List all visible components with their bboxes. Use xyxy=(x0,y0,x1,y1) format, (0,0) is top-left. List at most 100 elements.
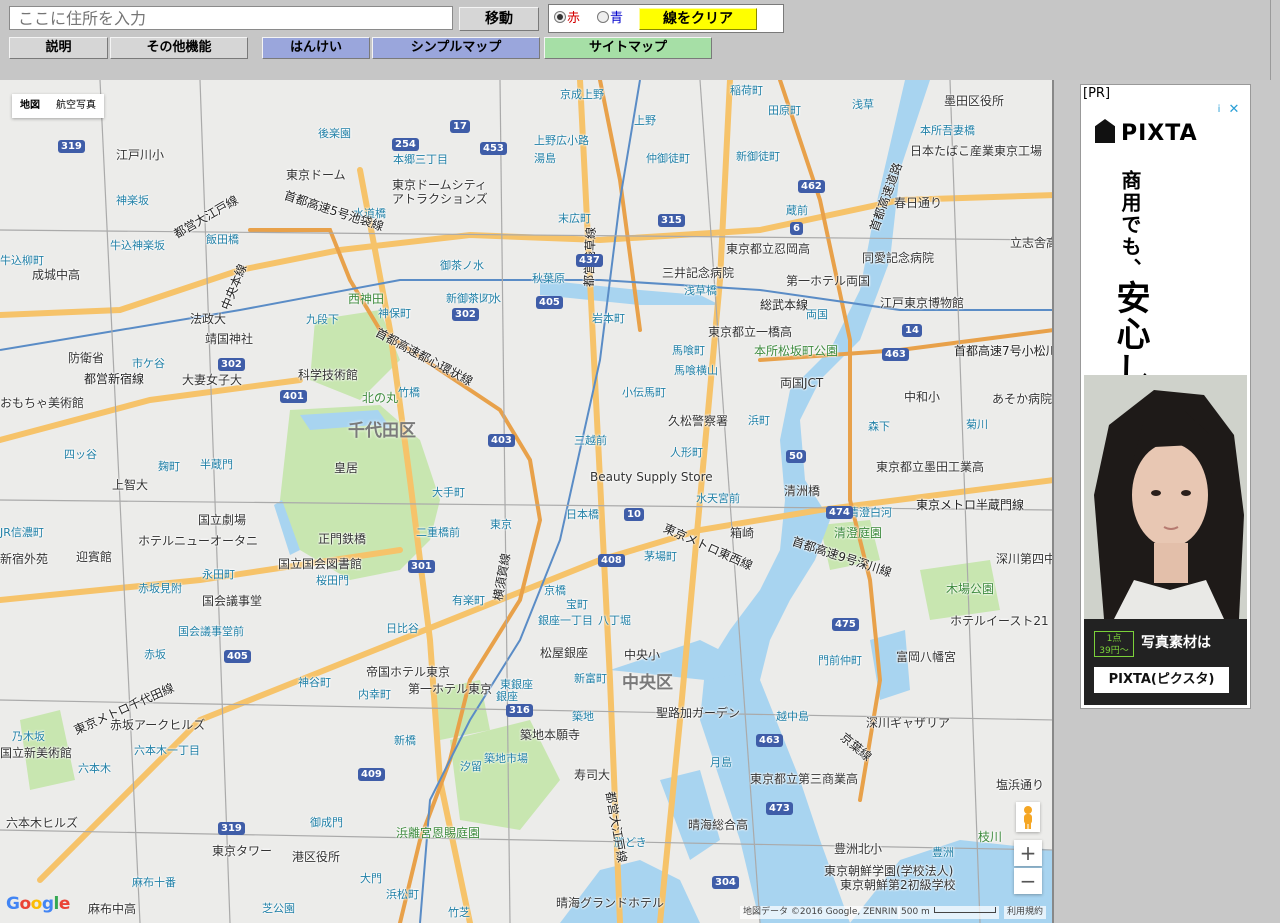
label-teikoku-hotel: 帝国ホテル東京 xyxy=(366,665,451,679)
station-asakusabashi: 浅草橋 xyxy=(684,284,717,297)
ad-banner[interactable]: [PR] i ✕ PIXTA 商用でも、安心して使える素材 1点 39円〜 写真… xyxy=(1080,84,1251,709)
station-mitsukoshimae: 三越前 xyxy=(574,434,607,447)
route-shield: 405 xyxy=(224,650,251,663)
station-roppongi: 六本木 xyxy=(78,762,111,775)
station-higashi-ginza: 東銀座 xyxy=(500,678,533,691)
label-ryogoku-jct: 両国JCT xyxy=(780,376,824,390)
station-shin-ochanomizu: 新御茶ノ水 xyxy=(446,292,501,305)
route-shield: 463 xyxy=(882,348,909,361)
map-type-map[interactable]: 地図 xyxy=(12,94,48,118)
ad-cta-button[interactable]: PIXTA(ピクスタ) xyxy=(1094,667,1229,693)
zoom-in-button[interactable]: + xyxy=(1014,840,1042,866)
label-mitsui-hospital: 三井記念病院 xyxy=(662,266,735,280)
radio-blue[interactable]: 青 xyxy=(597,11,623,27)
station-roppongi1: 六本木一丁目 xyxy=(134,744,200,757)
google-logo: Google xyxy=(6,894,70,914)
station-honjo-azumabashi: 本所吾妻橋 xyxy=(920,124,975,137)
ad-photo xyxy=(1084,375,1247,619)
map-scale[interactable]: 500 m xyxy=(898,906,999,919)
station-kagurazaka: 神楽坂 xyxy=(116,194,149,207)
station-korakuen: 後楽園 xyxy=(318,127,351,140)
label-ninon-high: 東京都立忍岡高 xyxy=(726,242,811,256)
road-metro-hanzomon: 東京メトロ半蔵門線 xyxy=(916,498,1025,512)
site-map-button[interactable]: サイトマップ xyxy=(544,37,712,59)
label-hakozaki: 箱崎 xyxy=(730,526,755,540)
label-kyuyamatsu: 久松警察署 xyxy=(668,414,729,428)
ad-info-icon[interactable]: i xyxy=(1212,103,1226,117)
label-azabu-high: 麻布中高 xyxy=(88,902,137,916)
label-kasuga-dori: 春日通り xyxy=(894,196,943,210)
radio-red[interactable]: 赤 xyxy=(554,11,580,27)
station-shiba-koen: 芝公園 xyxy=(262,902,295,915)
route-shield: 17 xyxy=(450,120,470,133)
route-shield: 302 xyxy=(218,358,245,371)
pegman-icon xyxy=(1024,806,1032,829)
ad-close-icon[interactable]: ✕ xyxy=(1227,103,1241,117)
map-attribution: 地図データ ©2016 Google, ZENRIN xyxy=(740,906,901,919)
station-kamiyacho: 神谷町 xyxy=(298,676,331,689)
route-shield: 10 xyxy=(624,508,644,521)
label-sumida-kogyo: 東京都立墨田工業高 xyxy=(876,460,985,474)
ad-brand-logo: PIXTA xyxy=(1095,119,1198,146)
label-sushi-dai: 寿司大 xyxy=(574,768,611,782)
zoom-out-button[interactable]: − xyxy=(1014,868,1042,894)
station-tsukiji: 築地 xyxy=(572,710,594,723)
station-etchujima: 越中島 xyxy=(776,710,809,723)
map-type-satellite[interactable]: 航空写真 xyxy=(48,94,104,118)
label-fukagawa-high: 深川第四中 xyxy=(996,552,1054,566)
station-kodenmacho: 小伝馬町 xyxy=(622,386,666,399)
simple-map-button[interactable]: シンプルマップ xyxy=(372,37,540,59)
label-tokyo-tower: 東京タワー xyxy=(212,844,273,858)
label-kiba-park: 木場公園 xyxy=(946,582,995,596)
label-kiyosumi-garden: 清澄庭園 xyxy=(834,526,883,540)
station-takebashi: 竹橋 xyxy=(398,386,420,399)
route-shield: 254 xyxy=(392,138,419,151)
station-takeshiba: 竹芝 xyxy=(448,906,470,919)
move-button[interactable]: 移動 xyxy=(459,7,539,31)
other-features-button[interactable]: その他機能 xyxy=(110,37,248,59)
label-daiichi-hotel: 第一ホテル東京 xyxy=(408,682,493,696)
hankei-button[interactable]: はんけい xyxy=(262,37,370,59)
label-doai-hospital: 同愛記念病院 xyxy=(862,251,935,265)
station-nihonbashi: 日本橋 xyxy=(566,508,599,521)
label-kokuritsu-gekijo: 国立劇場 xyxy=(198,513,247,527)
toolbar: 移動 赤 青 線をクリア 説明 その他機能 はんけい シンプルマップ サイトマッ… xyxy=(0,0,1270,80)
explain-button[interactable]: 説明 xyxy=(9,37,108,59)
label-honjo-matsuzaka: 本所松坂町公園 xyxy=(754,344,839,358)
label-boeisho: 防衛省 xyxy=(68,351,105,365)
route-shield: 473 xyxy=(766,802,793,815)
station-tsukishima: 月島 xyxy=(710,756,732,769)
map-terms-link[interactable]: 利用規約 xyxy=(1004,906,1047,919)
station-shinanomachi: JR信濃町 xyxy=(0,526,44,539)
line-color-box: 赤 青 線をクリア xyxy=(548,4,784,33)
street-view-pegman[interactable] xyxy=(1016,802,1040,832)
station-ginza1: 銀座一丁目 xyxy=(538,614,593,627)
station-suehirocho: 末広町 xyxy=(558,212,591,225)
station-hatchobori: 八丁堀 xyxy=(598,614,631,627)
address-input[interactable] xyxy=(9,6,453,30)
station-iidabashi: 飯田橋 xyxy=(206,233,239,246)
map-canvas[interactable]: 地図 航空写真 千代田区 中央区 江戸川小 東京ドーム 東京ドームシティ アトラ… xyxy=(0,80,1054,923)
route-shield: 319 xyxy=(218,822,245,835)
label-shiohama: 塩浜通り xyxy=(996,778,1045,792)
label-edogawa-elem: 江戸川小 xyxy=(116,148,165,162)
label-jochidai: 上智大 xyxy=(112,478,149,492)
pixta-logo-icon xyxy=(1095,119,1115,143)
label-omocha: おもちゃ美術館 xyxy=(0,396,85,410)
station-nagatacho: 永田町 xyxy=(202,568,235,581)
clear-lines-button[interactable]: 線をクリア xyxy=(639,8,757,30)
label-geihinkan: 迎賓館 xyxy=(76,550,113,564)
route-shield: 475 xyxy=(832,618,859,631)
ad-pr-label: [PR] xyxy=(1083,86,1111,101)
label-asoka-hospital: あそか病院 xyxy=(992,392,1053,406)
route-shield: 319 xyxy=(58,140,85,153)
radio-red-dot[interactable] xyxy=(554,11,566,23)
ad-brand-name: PIXTA xyxy=(1121,121,1198,146)
radio-blue-label: 青 xyxy=(610,11,624,26)
route-shield: 315 xyxy=(658,214,685,227)
label-hoseidai: 法政大 xyxy=(190,312,227,326)
radio-blue-dot[interactable] xyxy=(597,11,609,23)
label-kitanomaru: 北の丸 xyxy=(362,391,399,405)
label-nishikanda: 西神田 xyxy=(348,292,385,306)
station-takaracho: 宝町 xyxy=(566,598,588,611)
